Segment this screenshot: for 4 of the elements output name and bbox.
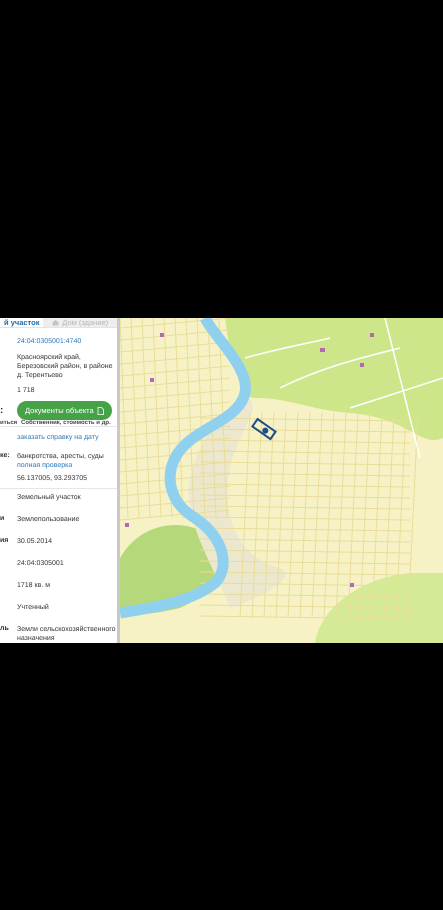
house-icon [52, 319, 60, 326]
document-icon [96, 406, 104, 414]
scrollbar[interactable] [117, 318, 120, 643]
share-label: : [0, 405, 4, 416]
